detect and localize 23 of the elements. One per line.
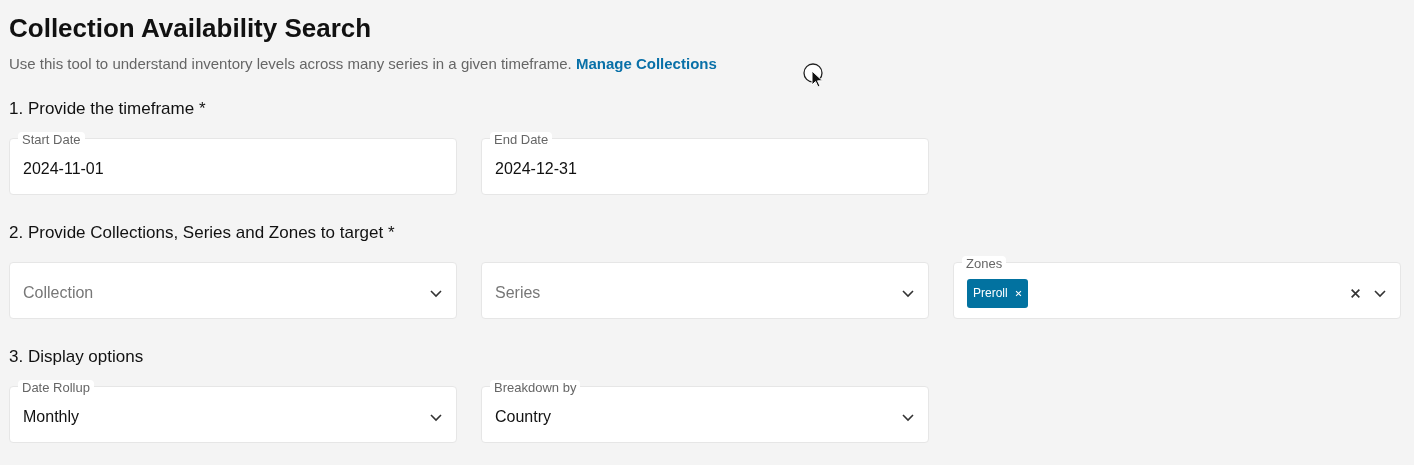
chevron-down-icon[interactable] (1373, 288, 1387, 298)
select-field[interactable]: Collection (9, 262, 457, 319)
chevron-down-icon[interactable] (901, 288, 915, 298)
description-text: Use this tool to understand inventory levels across many series in a given timeframe. Manage Collections (9, 54, 718, 74)
clear-icon[interactable] (1350, 287, 1361, 299)
cursor-icon (803, 62, 825, 90)
zone-chip[interactable]: Preroll (967, 278, 1028, 308)
placeholder-text: Collection (23, 284, 95, 302)
selected-value: Monthly (23, 408, 81, 426)
remove-icon[interactable] (1014, 289, 1022, 297)
section-heading: 3. Display options (9, 346, 145, 368)
manage-collections-link[interactable]: Manage Collections (575, 55, 717, 72)
section-heading: 2. Provide Collections, Series and Zones to target * (9, 222, 396, 244)
page-title: Collection Availability Search (9, 12, 373, 44)
chevron-down-icon[interactable] (429, 412, 443, 422)
chevron-down-icon[interactable] (429, 288, 443, 298)
field-label: Breakdown by (490, 380, 581, 396)
placeholder-text: Series (495, 284, 542, 302)
chevron-down-icon[interactable] (901, 412, 915, 422)
select-field[interactable]: Series (481, 262, 929, 319)
selected-value: Country (495, 408, 553, 426)
section-heading: 1. Provide the timeframe * (9, 98, 207, 120)
field-label: Date Rollup (18, 380, 94, 396)
